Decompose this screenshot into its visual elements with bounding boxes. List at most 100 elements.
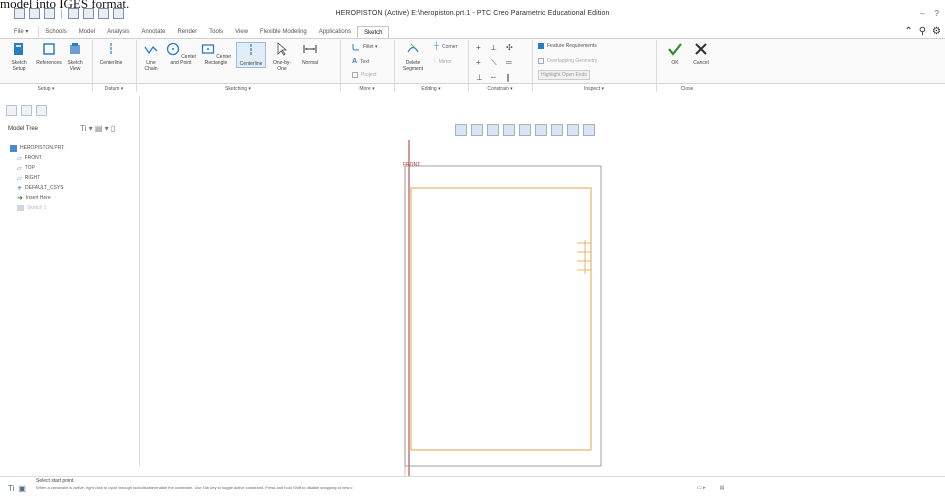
tree-item-sketch[interactable]: Sketch 1 (10, 203, 64, 213)
tree-item-part[interactable]: HEROPISTON.PRT (10, 143, 64, 153)
tangent-constraint-icon[interactable]: ⟍ (491, 58, 503, 68)
delete-segment-button[interactable]: Delete Segment (400, 42, 426, 72)
zoom-in-icon[interactable] (471, 124, 483, 136)
minimize-icon[interactable]: – (920, 9, 924, 18)
tab-model[interactable]: Model (73, 26, 101, 38)
sketch-view-button[interactable]: Sketch View (63, 42, 87, 72)
mirror-button[interactable]: ⫶ Mirror (434, 58, 452, 66)
symmetric-constraint-icon[interactable]: ✣ (506, 43, 518, 53)
tab-sketch[interactable]: Sketch (357, 26, 390, 38)
tree-filter-icon[interactable]: ▯ (111, 124, 115, 133)
repaint-icon[interactable] (503, 124, 515, 136)
ok-label: OK (671, 60, 679, 66)
favorites-icon[interactable] (36, 105, 47, 116)
tab-schools[interactable]: Schools (39, 26, 72, 38)
feature-requirements-button[interactable]: Feature Requirements (538, 43, 597, 49)
center-and-point-button[interactable]: Center and Point (165, 42, 197, 66)
navigator-toggle-icon[interactable]: Ti (8, 484, 14, 493)
inspect-group-label[interactable]: Inspect ▾ (534, 84, 654, 94)
insert-arrow-icon: ➜ (17, 195, 23, 202)
line-chain-button[interactable]: Line Chain (140, 42, 162, 72)
constrain-group-label[interactable]: Constrain ▾ (470, 84, 530, 94)
highlight-open-ends-button[interactable]: Highlight Open Ends (538, 70, 590, 80)
sketch-view-toolbar-icon[interactable] (583, 124, 595, 136)
midpoint-constraint-icon[interactable]: ╌ (491, 73, 503, 82)
references-label: References (36, 60, 62, 66)
tree-item-label: Insert Here (25, 195, 51, 201)
more-group-label[interactable]: More ▾ (342, 84, 392, 94)
feature-requirements-icon (538, 43, 544, 49)
collapse-ribbon-icon[interactable]: ⌃ (904, 26, 912, 37)
centerline-datum-button[interactable]: Centerline (96, 42, 126, 66)
tab-applications[interactable]: Applications (313, 26, 357, 38)
sketch-slot-lines[interactable] (577, 240, 591, 274)
tree-item-top[interactable]: ▱ TOP (10, 163, 64, 173)
tab-file[interactable]: File ▾ (8, 26, 40, 38)
center-rectangle-button[interactable]: Center Rectangle (200, 42, 232, 66)
tree-item-csys[interactable]: ✳ DEFAULT_CSYS (10, 183, 64, 193)
rectangle-icon (201, 44, 214, 54)
tree-item-right[interactable]: ▱ RIGHT (10, 173, 64, 183)
tree-item-insert-here[interactable]: ➜ Insert Here (10, 193, 64, 203)
saved-orientations-icon[interactable] (535, 124, 547, 136)
corner-button[interactable]: ┼ Corner (434, 43, 457, 50)
selection-filter-icon[interactable]: ▭ ▸ (697, 485, 706, 491)
sketch-canvas[interactable]: FRONT (395, 140, 615, 476)
datum-display-icon[interactable] (551, 124, 563, 136)
overlapping-geometry-button[interactable]: Overlapping Geometry (538, 58, 597, 64)
text-button[interactable]: A Text (352, 58, 369, 65)
horizontal-constraint-icon[interactable]: + (476, 58, 488, 68)
perpendicular-constraint-icon[interactable]: ⟂ (491, 43, 503, 53)
tab-analysis[interactable]: Analysis (101, 26, 135, 38)
sketch-feature-icon (17, 205, 24, 211)
refit-icon[interactable] (455, 124, 467, 136)
line-chain-icon (144, 45, 158, 55)
cancel-button[interactable]: Cancel (690, 42, 712, 66)
fillet-label: Fillet ▾ (363, 44, 378, 50)
group-divider (340, 40, 341, 92)
centerline-datum-label: Centerline (99, 60, 123, 66)
settings-icon[interactable]: ⚙ (932, 26, 941, 37)
centerline-sketch-button[interactable]: Centerline (236, 42, 266, 68)
tree-columns-icon[interactable]: ▤ ▾ (95, 124, 109, 133)
zoom-out-icon[interactable] (487, 124, 499, 136)
normal-dimension-button[interactable]: Normal (297, 42, 323, 66)
sketching-group-label[interactable]: Sketching ▾ (138, 84, 338, 94)
editing-group-label[interactable]: Editing ▾ (396, 84, 466, 94)
tab-annotate[interactable]: Annotate (135, 26, 171, 38)
sketcher-display-icon[interactable] (567, 124, 579, 136)
coincident-constraint-icon[interactable]: ⊥ (476, 73, 488, 82)
ok-button[interactable]: OK (664, 42, 686, 66)
tab-flexible-modeling[interactable]: Flexible Modeling (254, 26, 313, 38)
group-divider (394, 40, 395, 92)
search-icon[interactable]: ⚲ (919, 26, 926, 37)
tree-settings-icon[interactable]: Ti ▾ (80, 124, 93, 133)
setup-group-label[interactable]: Setup ▾ (4, 84, 88, 94)
parallel-constraint-icon[interactable]: ∥ (506, 73, 518, 82)
project-button[interactable]: Project (352, 72, 377, 78)
help-icon[interactable]: ? (935, 9, 939, 18)
delete-segment-icon (407, 43, 419, 53)
tab-view[interactable]: View (229, 26, 254, 38)
references-button[interactable]: References (36, 42, 62, 66)
tab-render[interactable]: Render (171, 26, 203, 38)
datum-plane-icon: ▱ (17, 175, 22, 182)
sketch-setup-icon (14, 43, 23, 55)
datum-group-label[interactable]: Datum ▾ (94, 84, 134, 94)
tree-item-front[interactable]: ▱ FRONT (10, 153, 64, 163)
navigator-panel: Model Tree Ti ▾ ▤ ▾ ▯ HEROPISTON.PRT ▱ F… (0, 96, 140, 466)
sketch-view-icon (70, 43, 80, 54)
equal-constraint-icon[interactable]: ═ (506, 58, 518, 68)
tab-tools[interactable]: Tools (203, 26, 229, 38)
smart-selection-icon[interactable]: ▤ (720, 485, 725, 491)
model-tree-tab-icon[interactable] (6, 105, 17, 116)
sketch-setup-button[interactable]: Sketch Setup (6, 42, 32, 72)
browser-toggle-icon[interactable]: ▣ (18, 484, 26, 493)
vertical-constraint-icon[interactable]: + (476, 43, 488, 53)
sketch-rectangle[interactable] (410, 187, 592, 451)
coordinate-system-icon: ✳ (17, 185, 23, 192)
one-by-one-button[interactable]: One-by-One (269, 42, 295, 72)
folder-browser-icon[interactable] (21, 105, 32, 116)
fillet-button[interactable]: Fillet ▾ (352, 43, 377, 51)
display-style-icon[interactable] (519, 124, 531, 136)
